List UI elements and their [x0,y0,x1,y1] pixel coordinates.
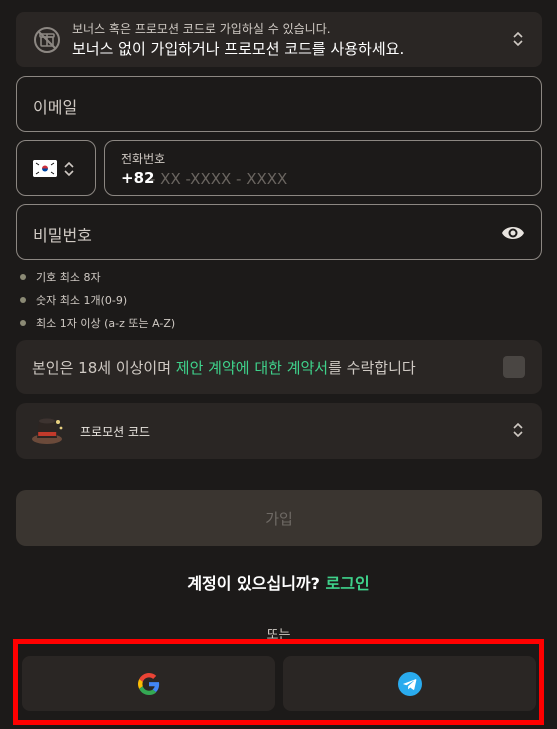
password-field[interactable]: 비밀번호 [16,204,542,260]
promo-code-label: 프로모션 코드 [80,425,151,439]
chevron-updown-icon [513,31,523,47]
terms-checkbox[interactable] [503,356,525,378]
bonus-selector[interactable]: 보너스 혹은 프로모션 코드로 가입하실 수 있습니다. 보너스 없이 가입하거… [16,12,542,67]
south-korea-flag-icon [33,160,57,177]
email-field[interactable]: 이메일 [16,76,542,132]
terms-agreement: 본인은 18세 이상이며 제안 계약에 대한 계약서를 수락합니다 [16,340,542,394]
country-code-selector[interactable] [16,140,96,196]
password-placeholder: 비밀번호 [33,226,92,245]
chevron-updown-icon [64,161,74,177]
terms-text: 본인은 18세 이상이며 제안 계약에 대한 계약서를 수락합니다 [32,359,416,377]
chevron-updown-icon [513,422,523,438]
password-rule: 최소 1자 이상 (a-z 또는 A-Z) [20,315,175,331]
password-rule: 숫자 최소 1개(0-9) [20,292,127,308]
phone-field[interactable]: 전화번호 +82 - XX -XXXX - XXXX [104,140,542,196]
phone-placeholder: - XX -XXXX - XXXX [150,170,288,188]
magic-hat-icon [32,418,63,444]
email-placeholder: 이메일 [33,98,78,117]
promo-code-selector[interactable]: 프로모션 코드 [16,403,542,459]
login-link[interactable]: 로그인 [326,574,370,593]
bonus-hint: 보너스 혹은 프로모션 코드로 가입하실 수 있습니다. [72,22,331,36]
phone-label: 전화번호 [121,152,166,166]
bonus-title: 보너스 없이 가입하거나 프로모션 코드를 사용하세요. [72,40,405,58]
eye-icon[interactable] [501,222,525,244]
signup-button[interactable]: 가입 [16,490,542,546]
login-prompt: 계정이 있으십니까? 로그인 [187,574,370,593]
terms-link[interactable]: 제안 계약에 대한 계약서 [176,359,328,377]
no-bonus-icon [34,27,60,53]
password-rule: 기호 최소 8자 [20,269,101,285]
highlight-box [13,639,544,725]
